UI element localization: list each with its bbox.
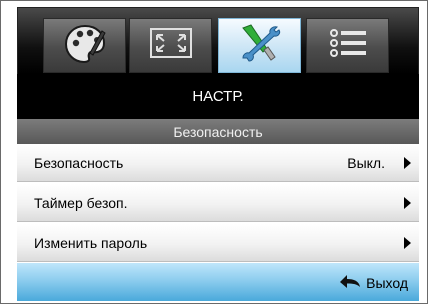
menu-item-label: Безопасность xyxy=(34,155,124,171)
tab-image-settings[interactable] xyxy=(43,18,126,73)
menu-item-change-password[interactable]: Изменить пароль xyxy=(17,224,419,262)
menu-footer: Выход xyxy=(17,263,419,301)
menu-item-value: Выкл. xyxy=(347,155,385,171)
palette-icon xyxy=(64,23,106,68)
osd-menu-frame: НАСТР. Безопасность Безопасность Выкл. Т… xyxy=(0,0,428,304)
exit-label: Выход xyxy=(366,274,408,291)
chevron-right-icon xyxy=(404,197,411,209)
tools-icon xyxy=(237,23,283,68)
menu-tab-bar xyxy=(17,7,419,75)
page-title: НАСТР. xyxy=(17,74,419,119)
tab-setup[interactable] xyxy=(218,18,301,73)
menu-item-security-timer[interactable]: Таймер безоп. xyxy=(17,184,419,222)
menu-item-label: Изменить пароль xyxy=(34,235,148,251)
back-arrow-icon xyxy=(339,274,361,291)
menu-item-label: Таймер безоп. xyxy=(34,195,128,211)
chevron-right-icon xyxy=(404,237,411,249)
menu-item-security[interactable]: Безопасность Выкл. xyxy=(17,144,419,182)
tab-display[interactable] xyxy=(129,18,212,73)
chevron-right-icon xyxy=(404,157,411,169)
screen-resize-icon xyxy=(149,26,193,65)
page-subtitle: Безопасность xyxy=(17,119,419,144)
list-icon xyxy=(328,26,368,65)
tab-options[interactable] xyxy=(306,18,389,73)
exit-button[interactable]: Выход xyxy=(339,274,408,291)
